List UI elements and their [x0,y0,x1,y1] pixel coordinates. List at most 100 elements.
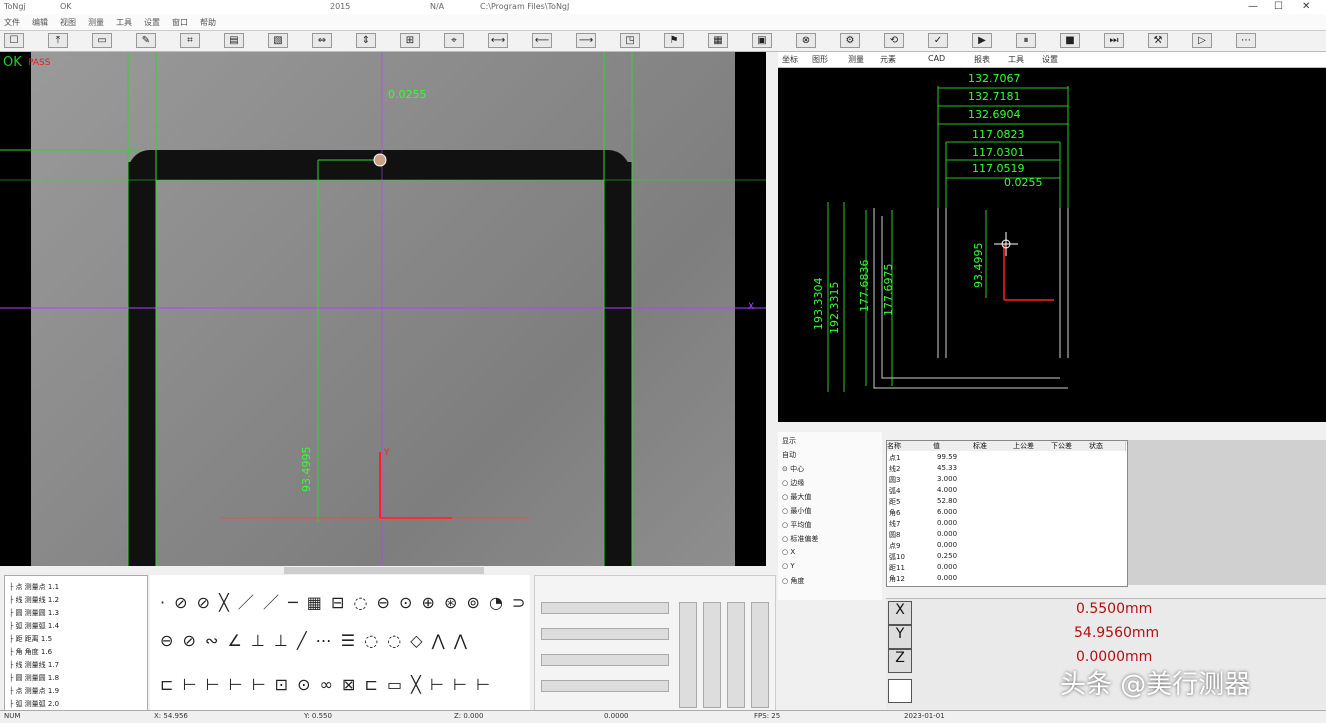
toolbar-button-26[interactable]: ⚒ [1148,33,1168,48]
tab-report[interactable]: 报表 [974,54,990,65]
tab-settings[interactable]: 设置 [1042,54,1058,65]
toolbar-button-17[interactable]: ▣ [752,33,772,48]
tool-row-1[interactable]: · ⊘ ⊘ ╳ ／ ／ ─ ▦ ⊟ ◌ ⊖ ⊙ ⊕ ⊛ ⊚ ◔ ⊃ ⊃ ⊙ [160,589,572,613]
light-vslider-2[interactable] [703,602,721,708]
menu-help[interactable]: 帮助 [200,17,216,28]
tab-element[interactable]: 元素 [880,54,896,65]
option-item[interactable]: ○ 最大值 [782,492,811,502]
table-cell: 弧4 [889,487,901,495]
tab-tools[interactable]: 工具 [1008,54,1024,65]
x-axis-icon[interactable]: X [888,601,912,625]
element-tree[interactable]: ├ 点 测量点 1.1 ├ 线 测量线 1.2 ├ 圆 测量圆 1.3 ├ 弧 测量弧… [4,575,148,717]
toolbar-button-15[interactable]: ⚑ [664,33,684,48]
tab-cad[interactable]: CAD [928,54,945,63]
toolbar-button-12[interactable]: ⟵ [532,33,552,48]
table-header[interactable]: 上公差 [1013,441,1052,451]
table-header[interactable]: 值 [933,441,974,451]
light-slider-3[interactable] [541,654,669,666]
tree-item[interactable]: ├ 弧 测量弧 2.0 [9,699,59,709]
toolbar-button-28[interactable]: ⋯ [1236,33,1256,48]
menu-tools[interactable]: 工具 [116,17,132,28]
toolbar-button-24[interactable]: ■ [1060,33,1080,48]
minimize-button[interactable]: — [1248,1,1258,12]
toolbar-button-7[interactable]: ⇔ [312,33,332,48]
toolbar-button-1[interactable]: ⤒ [48,33,68,48]
title-seg-3: N/A [430,2,445,11]
results-table[interactable]: 名称值标准 上公差 下公差 状态 点1 99.59 线2 45.33 圆3 3.000 弧4 4.00… [886,440,1128,587]
option-item[interactable]: ○ 平均值 [782,520,811,530]
tree-item[interactable]: ├ 角 角度 1.6 [9,647,52,657]
option-item[interactable]: ○ X [782,548,795,556]
option-item[interactable]: ⊙ 中心 [782,464,804,474]
menu-view[interactable]: 视图 [60,17,76,28]
close-button[interactable]: ✕ [1302,1,1310,12]
light-vslider-3[interactable] [727,602,745,708]
tool-row-3[interactable]: ⊏ ⊢ ⊢ ⊢ ⊢ ⊡ ⊙ ∞ ⊠ ⊏ ▭ ╳ ⊢ ⊢ ⊢ [160,675,492,694]
z-axis-icon[interactable]: Z [888,649,912,673]
toolbar-button-20[interactable]: ⟲ [884,33,904,48]
toolbar-button-25[interactable]: ⏭ [1104,33,1124,48]
toolbar-button-9[interactable]: ⊞ [400,33,420,48]
toolbar-button-0[interactable]: ☐ [4,33,24,48]
tab-graphics[interactable]: 图形 [812,54,828,65]
light-vslider-1[interactable] [679,602,697,708]
tree-item[interactable]: ├ 线 测量线 1.7 [9,660,59,670]
menu-measure[interactable]: 测量 [88,17,104,28]
toolbar-button-19[interactable]: ⚙ [840,33,860,48]
tree-item[interactable]: ├ 点 测量点 1.9 [9,686,59,696]
menu-settings[interactable]: 设置 [144,17,160,28]
table-header[interactable]: 状态 [1089,441,1126,451]
toolbar-button-22[interactable]: ▶ [972,33,992,48]
tree-item[interactable]: ├ 弧 测量弧 1.4 [9,621,59,631]
toolbar-button-3[interactable]: ✎ [136,33,156,48]
light-slider-2[interactable] [541,628,669,640]
toolbar-button-11[interactable]: ⟷ [488,33,508,48]
light-slider-1[interactable] [541,602,669,614]
tool-palette[interactable]: · ⊘ ⊘ ╳ ／ ／ ─ ▦ ⊟ ◌ ⊖ ⊙ ⊕ ⊛ ⊚ ◔ ⊃ ⊃ ⊙ ⊖ … [150,575,570,715]
camera-scrollbar[interactable] [284,567,484,574]
option-item[interactable]: ○ 标准偏差 [782,534,818,544]
tab-coord[interactable]: 坐标 [782,54,798,65]
tree-item[interactable]: ├ 圆 测量圆 1.8 [9,673,59,683]
cad-view[interactable]: 132.7067 132.7181 132.6904 117.0823 117.… [778,68,1326,422]
dim-0-0255: 0.0255 [1004,176,1043,189]
option-item[interactable]: 自动 [782,450,796,460]
toolbar-button-5[interactable]: ▤ [224,33,244,48]
option-item[interactable]: ○ 最小值 [782,506,811,516]
light-slider-4[interactable] [541,680,669,692]
tool-row-2[interactable]: ⊖ ⊘ ∾ ∠ ⊥ ⊥ ╱ ⋯ ☰ ◌ ◌ ◇ ⋀ ⋀ [160,631,469,650]
table-header[interactable]: 标准 [973,441,1014,451]
light-vslider-4[interactable] [751,602,769,708]
y-axis-icon[interactable]: Y [888,625,912,649]
option-item[interactable]: ○ 边缘 [782,478,804,488]
tab-measure[interactable]: 测量 [848,54,864,65]
toolbar-button-16[interactable]: ▦ [708,33,728,48]
toolbar-button-27[interactable]: ▷ [1192,33,1212,48]
toolbar-button-23[interactable]: ⏸ [1016,33,1036,48]
maximize-button[interactable]: ☐ [1274,1,1283,12]
tree-item[interactable]: ├ 圆 测量圆 1.3 [9,608,59,618]
toolbar-button-8[interactable]: ⇕ [356,33,376,48]
toolbar-button-4[interactable]: ⌗ [180,33,200,48]
menu-window[interactable]: 窗口 [172,17,188,28]
camera-view[interactable]: OK PASS 0.0255 93.4995 X Y [0,52,766,566]
toolbar-button-21[interactable]: ✓ [928,33,948,48]
option-item[interactable]: 显示 [782,436,796,446]
toolbar-button-13[interactable]: ⟶ [576,33,596,48]
toolbar-button-10[interactable]: ⌖ [444,33,464,48]
option-item[interactable]: ○ 角度 [782,576,804,586]
table-header[interactable]: 下公差 [1051,441,1090,451]
reset-icon[interactable] [888,679,912,703]
menu-edit[interactable]: 编辑 [32,17,48,28]
status-item: X: 54.956 [154,712,188,720]
toolbar-button-14[interactable]: ◳ [620,33,640,48]
tree-item[interactable]: ├ 线 测量线 1.2 [9,595,59,605]
tree-item[interactable]: ├ 距 距离 1.5 [9,634,52,644]
table-header[interactable]: 名称 [887,441,934,451]
toolbar-button-18[interactable]: ⊗ [796,33,816,48]
toolbar-button-6[interactable]: ▧ [268,33,288,48]
tree-item[interactable]: ├ 点 测量点 1.1 [9,582,59,592]
option-item[interactable]: ○ Y [782,562,795,570]
toolbar-button-2[interactable]: ▭ [92,33,112,48]
menu-file[interactable]: 文件 [4,17,20,28]
